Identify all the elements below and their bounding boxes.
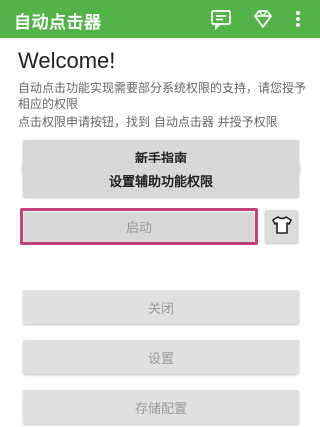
app-bar: 自动点击器 bbox=[0, 0, 320, 38]
message-icon[interactable] bbox=[210, 8, 232, 31]
welcome-heading: Welcome! bbox=[18, 48, 116, 73]
start-button[interactable]: 启动 bbox=[24, 212, 254, 241]
theme-button[interactable] bbox=[265, 210, 298, 243]
permission-description: 自动点击功能实现需要部分系统权限的支持，请您授予相应的权限 bbox=[18, 81, 307, 111]
permission-instruction: 点击权限申请按钮，找到 自动点击器 并授予权限 bbox=[18, 115, 278, 129]
app-title: 自动点击器 bbox=[14, 13, 102, 33]
more-vert-icon[interactable] bbox=[292, 8, 304, 30]
tshirt-icon bbox=[271, 215, 293, 239]
close-button[interactable]: 关闭 bbox=[23, 290, 299, 324]
accessibility-permission-button[interactable]: 设置辅助功能权限 bbox=[23, 163, 299, 197]
settings-button[interactable]: 设置 bbox=[23, 340, 299, 374]
diamond-icon[interactable] bbox=[252, 8, 274, 30]
storage-config-button[interactable]: 存储配置 bbox=[23, 390, 299, 424]
